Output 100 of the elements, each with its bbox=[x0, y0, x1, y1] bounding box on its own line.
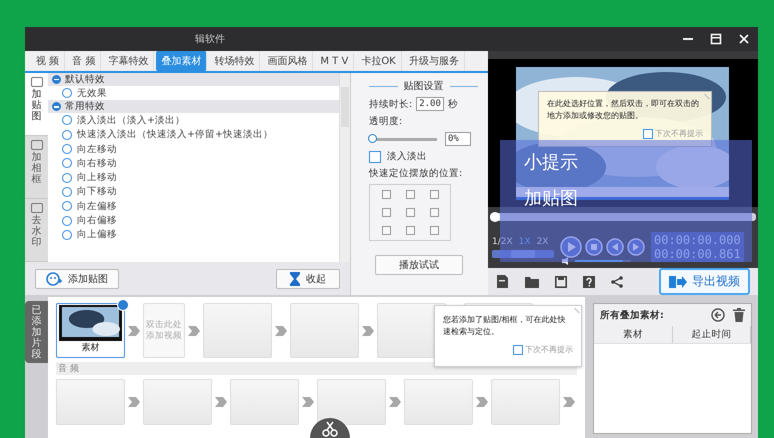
effect-option[interactable]: 向下移动 bbox=[48, 184, 339, 200]
save-icon[interactable] bbox=[555, 276, 567, 288]
add-sticker-button[interactable]: 添加贴图 bbox=[35, 268, 119, 288]
radio-button[interactable] bbox=[62, 172, 72, 183]
radio-button[interactable] bbox=[62, 130, 72, 140]
opacity-label: 透明度: bbox=[369, 115, 402, 128]
play-test-button[interactable]: 播放试试 bbox=[375, 255, 463, 275]
previous-frame-icon[interactable] bbox=[606, 238, 624, 256]
effect-group-header[interactable]: 默认特效 bbox=[48, 73, 339, 86]
stop-icon[interactable] bbox=[585, 238, 603, 256]
effect-label: 向上移动 bbox=[77, 171, 117, 184]
position-checkbox[interactable] bbox=[430, 208, 438, 217]
duration-label: 持续时长: bbox=[369, 98, 412, 110]
radio-button[interactable] bbox=[62, 230, 72, 240]
tab[interactable]: 画面风格 bbox=[262, 51, 314, 71]
export-video-button[interactable]: 导出视频 bbox=[659, 268, 750, 295]
effect-label: 向上偏移 bbox=[77, 228, 117, 242]
smiley-plus-icon bbox=[46, 272, 62, 286]
effect-option[interactable]: 快速淡入淡出（快速淡入+停留+快速淡出） bbox=[48, 128, 339, 142]
effect-option[interactable]: 向上偏移 bbox=[48, 228, 339, 242]
column-header[interactable]: 素材 bbox=[594, 326, 672, 343]
document-icon[interactable] bbox=[496, 275, 509, 288]
chevron-icon bbox=[563, 397, 575, 407]
timecode: 00:00:00.000 bbox=[654, 233, 741, 248]
effect-option[interactable]: 向左移动 bbox=[48, 142, 339, 156]
effect-label: 向下移动 bbox=[77, 185, 117, 198]
position-checkbox[interactable] bbox=[430, 226, 438, 235]
checkbox[interactable] bbox=[643, 128, 653, 138]
section-title: 贴图设置 bbox=[404, 80, 444, 93]
share-icon[interactable] bbox=[611, 276, 623, 288]
caption-text: 加贴图 bbox=[524, 188, 578, 210]
chevron-icon bbox=[275, 326, 287, 336]
fade-label: 淡入淡出 bbox=[387, 150, 427, 163]
volume-slider[interactable] bbox=[575, 260, 631, 262]
tab[interactable]: 卡拉OK bbox=[356, 51, 402, 71]
position-checkbox[interactable] bbox=[382, 226, 390, 235]
position-checkbox[interactable] bbox=[406, 208, 414, 217]
effect-label: 向右移动 bbox=[77, 156, 117, 170]
tab[interactable]: 转场特效 bbox=[209, 51, 260, 71]
next-frame-icon[interactable] bbox=[627, 238, 645, 256]
position-checkbox[interactable] bbox=[430, 190, 438, 199]
help-icon[interactable] bbox=[583, 276, 595, 288]
chevron-icon bbox=[128, 326, 140, 336]
window-title: 辑软件 bbox=[195, 33, 226, 46]
radio-button[interactable] bbox=[62, 201, 72, 212]
empty-slot[interactable] bbox=[317, 379, 386, 425]
timeline-tab[interactable]: 已添加片段 bbox=[25, 301, 48, 363]
back-icon[interactable] bbox=[711, 308, 725, 322]
speed-slider[interactable] bbox=[492, 250, 554, 258]
radio-button[interactable] bbox=[62, 186, 72, 197]
tab[interactable]: 音 频 bbox=[67, 51, 102, 71]
effect-group-header[interactable]: 常用特效 bbox=[48, 100, 339, 114]
effect-option[interactable]: 向左偏移 bbox=[48, 199, 339, 214]
effect-option[interactable]: 向上移动 bbox=[48, 170, 339, 185]
hourglass-icon bbox=[290, 272, 300, 286]
position-checkbox[interactable] bbox=[382, 208, 390, 217]
radio-button[interactable] bbox=[62, 158, 72, 168]
column-header[interactable]: 起止时间 bbox=[672, 326, 751, 343]
position-checkbox[interactable] bbox=[406, 226, 414, 235]
trash-icon[interactable] bbox=[733, 308, 745, 322]
tooltip-text: 在此处选好位置，然后双击，即可在双击的地方添加或修改您的贴图。 bbox=[547, 98, 700, 122]
tab[interactable]: 升级与服务 bbox=[404, 51, 465, 71]
tab[interactable]: M T V bbox=[315, 52, 354, 70]
tab[interactable]: 视 频 bbox=[31, 51, 66, 71]
scissors-button[interactable] bbox=[310, 418, 350, 438]
caption-text: 小提示 bbox=[524, 152, 578, 174]
unit-label: 秒 bbox=[448, 98, 458, 110]
checkbox[interactable] bbox=[513, 344, 523, 354]
effect-label: 向右偏移 bbox=[77, 214, 117, 228]
radio-button[interactable] bbox=[62, 144, 72, 154]
scrollbar[interactable] bbox=[339, 73, 350, 262]
tab[interactable]: 字幕特效 bbox=[103, 51, 154, 71]
duration-field[interactable]: 2.00 bbox=[416, 97, 444, 111]
radio-button[interactable] bbox=[62, 115, 72, 126]
chevron-icon bbox=[128, 397, 140, 407]
effect-option[interactable]: 向右移动 bbox=[48, 156, 339, 170]
effect-option[interactable]: 无效果 bbox=[48, 86, 339, 100]
effect-option[interactable]: 向右偏移 bbox=[48, 213, 339, 228]
side-tab[interactable]: 加贴图 bbox=[25, 73, 48, 136]
radio-button[interactable] bbox=[62, 88, 72, 98]
chevron-icon bbox=[302, 397, 314, 407]
position-checkbox[interactable] bbox=[406, 190, 414, 199]
folder-icon[interactable] bbox=[525, 276, 539, 288]
panel-title: 所有叠加素材: bbox=[600, 308, 665, 322]
effect-label: 向左移动 bbox=[77, 142, 117, 156]
position-checkbox[interactable] bbox=[382, 190, 390, 199]
chevron-icon bbox=[389, 397, 401, 407]
radio-button[interactable] bbox=[62, 216, 72, 226]
collapse-button[interactable]: 收起 bbox=[276, 268, 340, 288]
clip-label: 素材 bbox=[82, 342, 100, 354]
slot-hint: 双击此处添加视频 bbox=[145, 320, 183, 341]
effect-option[interactable]: 淡入淡出（淡入+淡出） bbox=[48, 113, 339, 128]
chevron-icon bbox=[188, 326, 200, 336]
seek-bar[interactable] bbox=[490, 212, 756, 221]
chevron-icon bbox=[362, 326, 374, 336]
checkbox[interactable] bbox=[369, 150, 381, 162]
maximize-icon[interactable] bbox=[710, 33, 722, 45]
opacity-field[interactable]: 0% bbox=[445, 132, 471, 146]
dismiss-label: 下次不再提示 bbox=[655, 128, 703, 139]
remove-icon[interactable] bbox=[117, 299, 129, 311]
